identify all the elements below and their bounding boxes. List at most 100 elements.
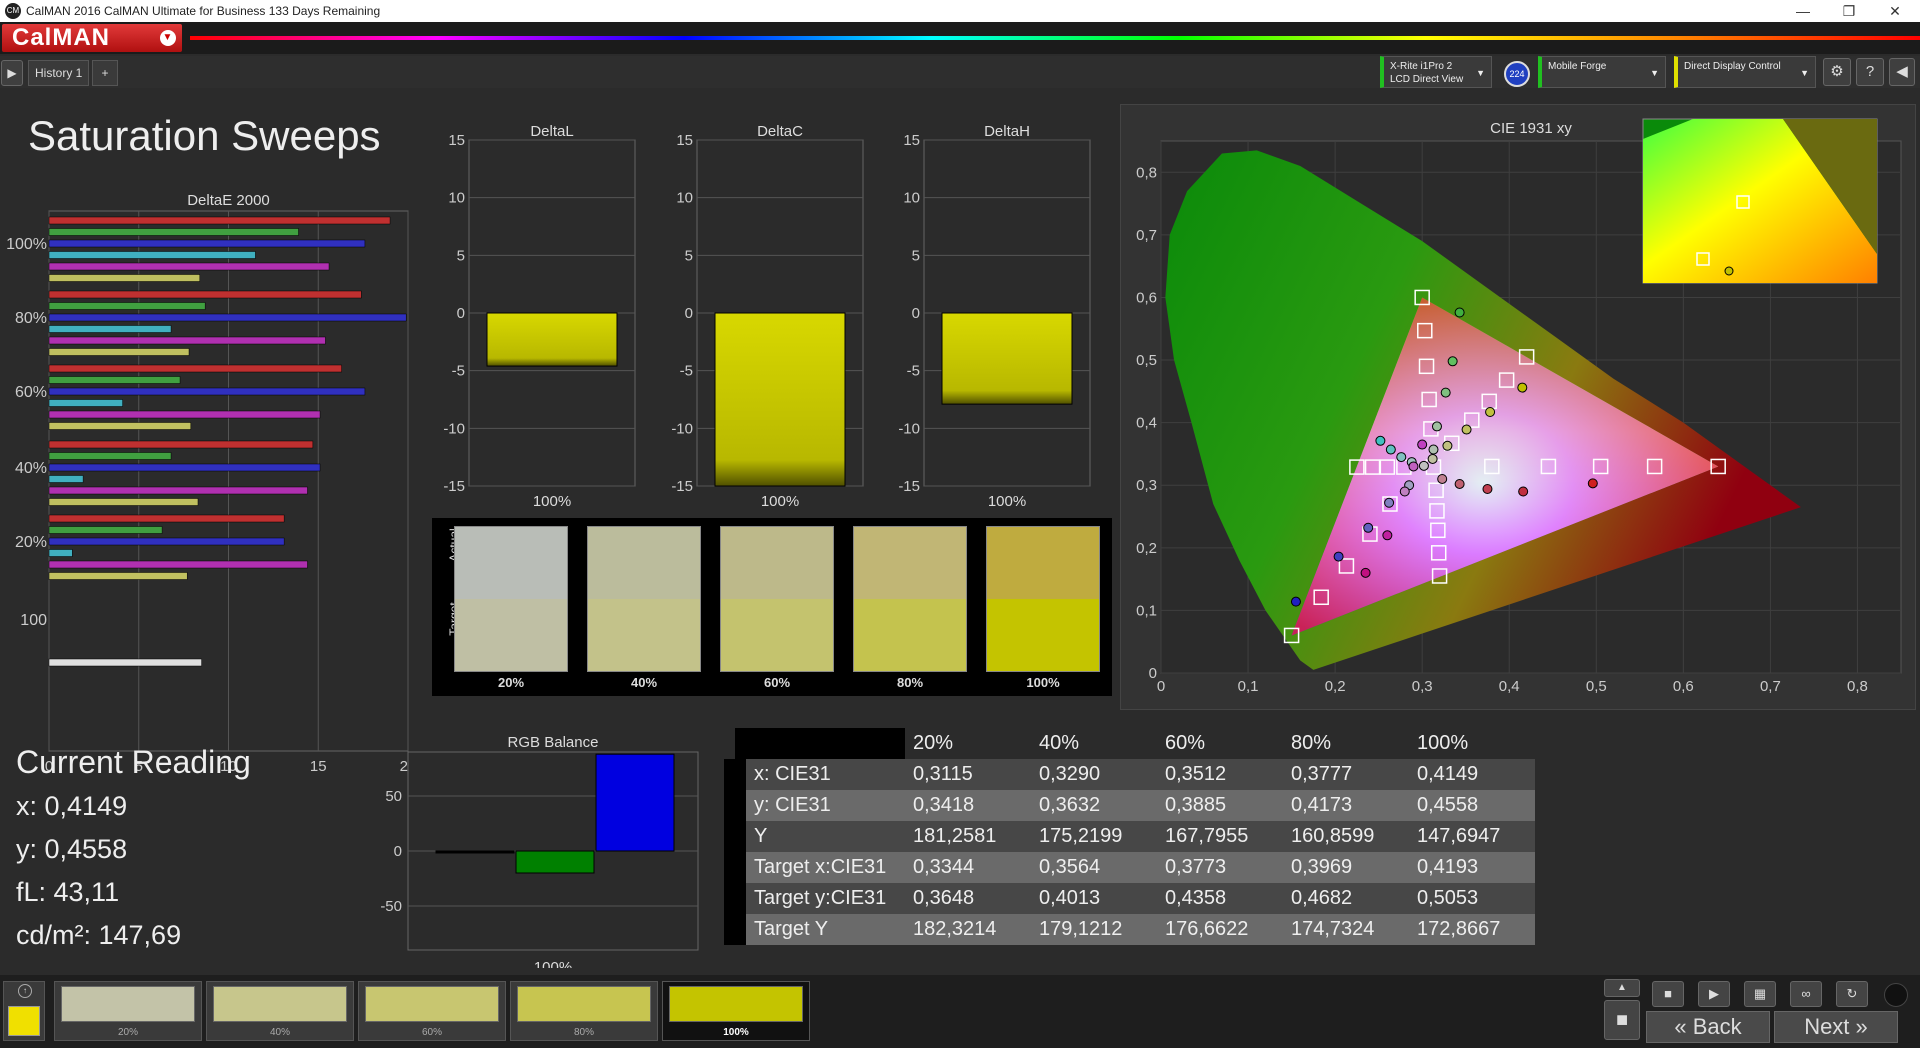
- deltae-bar: [48, 514, 285, 523]
- table-header-cell: 80%: [1291, 732, 1332, 754]
- patch-color: [213, 986, 347, 1022]
- patch-label: 100%: [723, 1027, 749, 1038]
- measured-point: [1461, 424, 1472, 435]
- table-row: Target Y 182,3214 179,1212 176,6622 174,7324…: [724, 914, 1535, 945]
- dc-bar: [714, 312, 846, 487]
- table-cell: 0,3648: [913, 887, 975, 909]
- maximize-button[interactable]: ❐: [1826, 0, 1872, 22]
- measured-point: [1399, 486, 1410, 497]
- meter-badge[interactable]: 224: [1504, 61, 1530, 87]
- table-cell: 0,3632: [1039, 794, 1101, 816]
- table-row-label: Target y:CIE31: [724, 883, 905, 914]
- minimize-button[interactable]: —: [1780, 0, 1826, 22]
- dc-ytick: 5: [685, 247, 693, 264]
- swatch-label: 40%: [630, 675, 658, 690]
- patch-button[interactable]: 100%: [662, 981, 810, 1041]
- deltae-bar: [48, 549, 73, 557]
- measured-point: [1587, 478, 1598, 489]
- current-reading-title: Current Reading: [16, 744, 251, 780]
- chevron-down-icon: ▼: [1800, 68, 1809, 78]
- patch-button[interactable]: 20%: [54, 981, 202, 1041]
- swatch-actual: [588, 527, 700, 599]
- deltae-bar: [48, 658, 202, 667]
- dh-ytick: 5: [912, 247, 920, 264]
- refresh-icon[interactable]: ↻: [1836, 981, 1868, 1007]
- deltae-bar: [48, 537, 285, 546]
- deltae-category-label: 60%: [15, 384, 47, 401]
- play-icon[interactable]: ▶: [1, 60, 23, 86]
- measured-point: [1363, 522, 1374, 533]
- tab-history-1[interactable]: History 1: [28, 60, 90, 86]
- deltae-bar: [48, 463, 321, 472]
- swatch-actual: [455, 527, 567, 599]
- table-cell: 181,2581: [913, 825, 997, 847]
- table-cell: 0,3512: [1165, 763, 1227, 785]
- cie-xtick: 0,8: [1847, 678, 1868, 695]
- current-patch[interactable]: ↑: [3, 981, 45, 1041]
- loop-icon[interactable]: ∞: [1790, 981, 1822, 1007]
- deltae-bar: [48, 422, 192, 430]
- table-cell: 0,4193: [1417, 856, 1479, 878]
- next-button[interactable]: Next »: [1774, 1011, 1898, 1043]
- play-icon[interactable]: ▶: [1698, 981, 1730, 1007]
- save-icon[interactable]: ▦: [1744, 981, 1776, 1007]
- swatch-label: 80%: [896, 675, 924, 690]
- gear-icon[interactable]: ⚙: [1823, 58, 1851, 86]
- table-cell: 0,3344: [913, 856, 975, 878]
- patch-label: 20%: [117, 1027, 138, 1038]
- table-cell: 0,3564: [1039, 856, 1101, 878]
- deltae-bar: [48, 364, 342, 373]
- deltae-title: DeltaE 2000: [187, 192, 270, 209]
- collapse-icon[interactable]: ◀: [1889, 58, 1915, 86]
- help-icon[interactable]: ?: [1856, 58, 1884, 86]
- swatch-label: 60%: [763, 675, 791, 690]
- display-selector[interactable]: Direct Display Control ▼: [1674, 56, 1816, 88]
- patch-button[interactable]: 40%: [206, 981, 354, 1041]
- deltae-bar: [48, 274, 201, 282]
- measured-point: [1396, 452, 1407, 463]
- table-row: y: CIE31 0,3418 0,3632 0,3885 0,4173 0,4558: [724, 790, 1535, 821]
- source-selector[interactable]: Mobile Forge ▼: [1538, 56, 1666, 88]
- table-cell: 0,3418: [913, 794, 975, 816]
- stop-small-icon[interactable]: ■: [1652, 981, 1684, 1007]
- deltae-bar: [48, 216, 391, 225]
- patch-color: [365, 986, 499, 1022]
- close-button[interactable]: ✕: [1872, 0, 1918, 22]
- dc-ytick: 0: [685, 305, 693, 322]
- dh-ytick: 15: [903, 132, 920, 149]
- eject-icon[interactable]: ▲: [1604, 979, 1640, 997]
- next-chevron-icon: »: [1849, 1014, 1868, 1039]
- meter-selector[interactable]: X-Rite i1Pro 2 LCD Direct View ▼: [1380, 56, 1492, 88]
- deltae-category-label: 40%: [15, 460, 47, 477]
- table-cell: 176,6622: [1165, 918, 1249, 940]
- window-titlebar: CM CalMAN 2016 CalMAN Ultimate for Busin…: [0, 0, 1920, 22]
- patch-label: 80%: [573, 1027, 594, 1038]
- measured-point: [1442, 440, 1453, 451]
- deltae-category-label: 80%: [15, 310, 47, 327]
- back-button[interactable]: « Back: [1646, 1011, 1770, 1043]
- table-cell: 167,7955: [1165, 825, 1249, 847]
- deltae-bar: [48, 498, 199, 506]
- deltae-category-label: 20%: [15, 534, 47, 551]
- swatch-target: [455, 599, 567, 671]
- table-cell: 179,1212: [1039, 918, 1123, 940]
- add-tab-icon[interactable]: +: [92, 60, 118, 86]
- calman-logo-menu[interactable]: CalMAN ▼: [2, 24, 182, 52]
- deltae-category-label: 100%: [6, 236, 47, 253]
- swatch-actual: [721, 527, 833, 599]
- table-header-cell: [735, 728, 905, 759]
- table-row: Target y:CIE31 0,3648 0,4013 0,4358 0,4682 0,…: [724, 883, 1535, 914]
- stop-icon[interactable]: ■: [1604, 1000, 1640, 1040]
- table-header-cell: 40%: [1039, 732, 1080, 754]
- cie-ytick: 0,4: [1136, 415, 1157, 432]
- meter-mode: LCD Direct View: [1390, 74, 1464, 85]
- swatch-actual: [987, 527, 1099, 599]
- cie-xtick: 0,4: [1499, 678, 1520, 695]
- dh-bar: [941, 312, 1073, 405]
- deltae-bar: [48, 410, 321, 419]
- table-cell: 182,3214: [913, 918, 997, 940]
- patch-label: 60%: [421, 1027, 442, 1038]
- patch-button[interactable]: 80%: [510, 981, 658, 1041]
- cie-xtick: 0,6: [1673, 678, 1694, 695]
- patch-button[interactable]: 60%: [358, 981, 506, 1041]
